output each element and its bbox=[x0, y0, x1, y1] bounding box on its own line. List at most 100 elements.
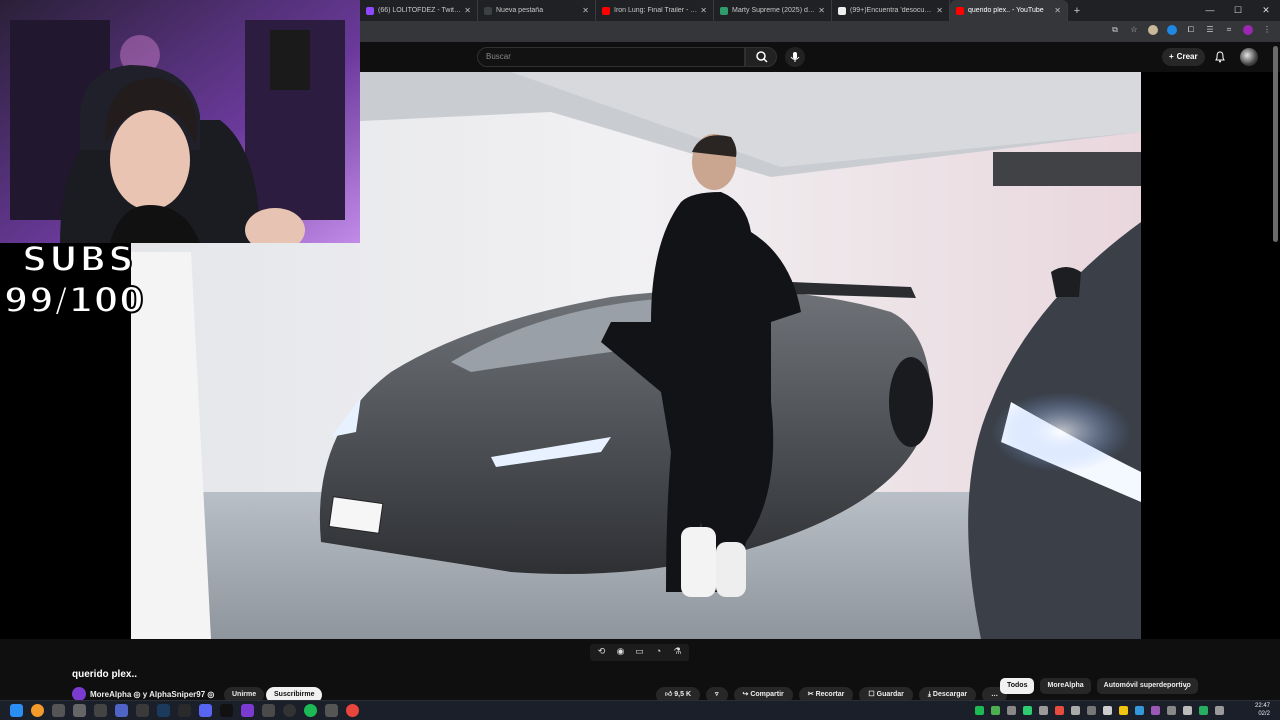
broadcast-icon[interactable]: ◉ bbox=[615, 646, 626, 657]
profile-icon[interactable] bbox=[1243, 25, 1253, 35]
tab-twitch[interactable]: (66) LOLITOFDEZ - Twitch ✕ bbox=[360, 0, 478, 21]
close-icon[interactable]: ✕ bbox=[464, 6, 471, 15]
webcam-image bbox=[0, 0, 360, 243]
app-icon[interactable] bbox=[73, 704, 86, 717]
tray-icon[interactable] bbox=[1087, 706, 1096, 715]
close-icon[interactable]: ✕ bbox=[582, 6, 589, 15]
close-icon[interactable]: ✕ bbox=[818, 6, 825, 15]
extension-icon[interactable] bbox=[1167, 25, 1177, 35]
channel-name[interactable]: MoreAlpha ◎ y AlphaSniper97 ◎ bbox=[90, 690, 214, 699]
windows-start-icon[interactable] bbox=[10, 704, 23, 717]
tab-marty[interactable]: Marty Supreme (2025) directed✕ bbox=[714, 0, 832, 21]
app-icon[interactable] bbox=[136, 704, 149, 717]
tray-icon[interactable] bbox=[1055, 706, 1064, 715]
right-black-pane bbox=[1141, 72, 1280, 639]
close-icon[interactable]: ✕ bbox=[1054, 6, 1061, 15]
extensions-puzzle-icon[interactable]: ⧠ bbox=[1186, 25, 1196, 35]
account-avatar[interactable] bbox=[1240, 48, 1258, 66]
close-icon[interactable]: ✕ bbox=[700, 6, 707, 15]
close-window-icon[interactable]: ✕ bbox=[1252, 0, 1280, 21]
tray-icon[interactable] bbox=[1103, 706, 1112, 715]
app-icon[interactable] bbox=[262, 704, 275, 717]
new-tab-button[interactable]: + bbox=[1068, 5, 1086, 17]
close-icon[interactable]: ✕ bbox=[936, 6, 943, 15]
tray-icon[interactable] bbox=[1119, 706, 1128, 715]
vpn-icon[interactable] bbox=[115, 704, 128, 717]
window-controls: — ☐ ✕ bbox=[1196, 0, 1280, 21]
thumbs-down-icon: ▿ bbox=[715, 691, 719, 698]
app-icon[interactable] bbox=[325, 704, 338, 717]
tiktok-icon[interactable] bbox=[220, 704, 233, 717]
channel-avatar[interactable] bbox=[72, 687, 86, 701]
tray-icon[interactable] bbox=[1199, 706, 1208, 715]
save-icon: ☐ bbox=[868, 691, 877, 698]
minimize-icon[interactable]: — bbox=[1196, 0, 1224, 21]
create-button[interactable]: + Crear bbox=[1162, 48, 1205, 66]
flask-icon[interactable]: ⚗ bbox=[672, 646, 683, 657]
chip-all[interactable]: Todos bbox=[1000, 678, 1035, 694]
subs-count: 99/100 bbox=[3, 280, 145, 322]
search-input[interactable]: Buscar bbox=[477, 47, 745, 67]
tray-icon[interactable] bbox=[1215, 706, 1224, 715]
tray-icon[interactable] bbox=[1023, 706, 1032, 715]
tray-icon[interactable] bbox=[1071, 706, 1080, 715]
tray-icon[interactable] bbox=[991, 706, 1000, 715]
discord-icon[interactable] bbox=[199, 704, 212, 717]
steam-icon[interactable] bbox=[157, 704, 170, 717]
notifications-bell-icon[interactable] bbox=[1213, 50, 1227, 64]
microphone-icon bbox=[790, 52, 800, 62]
browser-tab-strip: (66) LOLITOFDEZ - Twitch ✕ Nueva pestaña ✕… bbox=[360, 0, 1280, 21]
tab-title: Nueva pestaña bbox=[496, 7, 544, 14]
app-icon[interactable] bbox=[52, 704, 65, 717]
save-label: Guardar bbox=[876, 691, 904, 698]
system-tray bbox=[975, 704, 1224, 715]
tray-icon[interactable] bbox=[1007, 706, 1016, 715]
tray-icon[interactable] bbox=[1135, 706, 1144, 715]
video-title: querido plex.. bbox=[72, 669, 138, 680]
tab-new[interactable]: Nueva pestaña ✕ bbox=[478, 0, 596, 21]
app-icon[interactable] bbox=[94, 704, 107, 717]
install-icon[interactable]: ⧉ bbox=[1110, 25, 1120, 35]
tray-icon[interactable] bbox=[975, 706, 984, 715]
chip-supercar[interactable]: Automóvil superdeportivo bbox=[1096, 678, 1198, 694]
browser-toolbar: ⧉ ☆ ⧠ ☰ ⌗ ⋮ bbox=[360, 21, 1280, 42]
tab-tiktok[interactable]: (99+)Encuentra 'desocupacyl g✕ bbox=[832, 0, 950, 21]
tab-title: Iron Lung: Final Trailer - YouTub bbox=[614, 7, 697, 14]
newtab-icon bbox=[484, 6, 492, 15]
tab-title: (66) LOLITOFDEZ - Twitch bbox=[378, 7, 462, 14]
channel-info[interactable]: MoreAlpha ◎ y AlphaSniper97 ◎ bbox=[72, 687, 214, 701]
streamer-webcam bbox=[0, 0, 360, 243]
tray-icon[interactable] bbox=[1183, 706, 1192, 715]
search-button[interactable] bbox=[745, 47, 777, 67]
app-icon[interactable] bbox=[241, 704, 254, 717]
youtube-icon bbox=[602, 6, 610, 15]
app-icon[interactable] bbox=[178, 704, 191, 717]
reading-list-icon[interactable]: ☰ bbox=[1205, 25, 1215, 35]
tray-icon[interactable] bbox=[1167, 706, 1176, 715]
obs-icon[interactable] bbox=[283, 704, 296, 717]
create-label: Crear bbox=[1176, 52, 1198, 61]
tray-icon[interactable] bbox=[1151, 706, 1160, 715]
system-clock[interactable]: 22:47 02/2 bbox=[1255, 702, 1270, 718]
tab-youtube-active[interactable]: querido plex.. - YouTube ✕ bbox=[950, 0, 1068, 21]
miniplayer-icon[interactable]: ▭ bbox=[634, 646, 645, 657]
chevron-right-icon[interactable]: › bbox=[1184, 680, 1188, 694]
chrome-icon[interactable] bbox=[346, 704, 359, 717]
chrome-menu-icon[interactable]: ⋮ bbox=[1262, 25, 1272, 35]
thumbs-up-icon: 👍︎ bbox=[665, 691, 675, 698]
voice-search-button[interactable] bbox=[785, 47, 805, 67]
search-icon[interactable] bbox=[31, 704, 44, 717]
maximize-icon[interactable]: ☐ bbox=[1224, 0, 1252, 21]
bookmark-star-icon[interactable]: ☆ bbox=[1129, 25, 1139, 35]
page-scrollbar[interactable] bbox=[1273, 46, 1278, 242]
speed-icon[interactable]: ◔ bbox=[653, 646, 664, 657]
download-label: Descargar bbox=[932, 691, 968, 698]
tab-iron-lung[interactable]: Iron Lung: Final Trailer - YouTub✕ bbox=[596, 0, 714, 21]
letterboxd-icon bbox=[720, 6, 728, 15]
loop-icon[interactable]: ⟲ bbox=[596, 646, 607, 657]
extension-icon[interactable] bbox=[1148, 25, 1158, 35]
chip-morealpha[interactable]: MoreAlpha bbox=[1040, 678, 1091, 694]
tray-icon[interactable] bbox=[1039, 706, 1048, 715]
tab-search-icon[interactable]: ⌗ bbox=[1224, 25, 1234, 35]
spotify-icon[interactable] bbox=[304, 704, 317, 717]
